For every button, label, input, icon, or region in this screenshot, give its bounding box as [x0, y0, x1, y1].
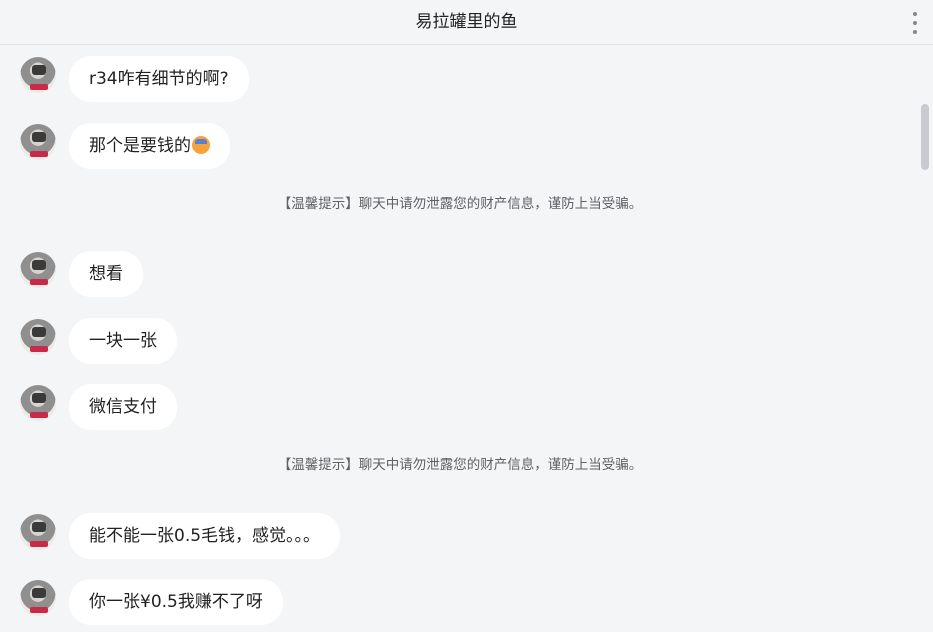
message-row: r34咋有细节的啊? [20, 56, 249, 102]
message-bubble[interactable]: 微信支付 [69, 384, 177, 430]
scrollbar-thumb[interactable] [921, 104, 929, 170]
safety-notice: 【温馨提示】聊天中请勿泄露您的财产信息，谨防上当受骗。 [277, 457, 643, 473]
sweat-face-emoji-icon [192, 136, 210, 154]
avatar[interactable] [20, 385, 56, 421]
chat-header: 易拉罐里的鱼 [0, 0, 933, 45]
avatar[interactable] [20, 514, 56, 550]
message-bubble[interactable]: 能不能一张0.5毛钱，感觉。。。 [69, 513, 341, 559]
avatar[interactable] [20, 319, 56, 355]
avatar[interactable] [20, 57, 56, 93]
avatar[interactable] [20, 124, 56, 160]
chat-title: 易拉罐里的鱼 [415, 12, 518, 32]
message-bubble[interactable]: 一块一张 [69, 318, 177, 364]
message-bubble[interactable]: 想看 [69, 251, 143, 297]
message-bubble[interactable]: 那个是要钱的 [69, 123, 230, 169]
message-bubble[interactable]: 你一张¥0.5我赚不了呀 [69, 579, 283, 625]
message-row: 想看 [20, 251, 143, 297]
message-row: 你一张¥0.5我赚不了呀 [20, 579, 283, 625]
message-row: 能不能一张0.5毛钱，感觉。。。 [20, 513, 341, 559]
message-row: 微信支付 [20, 384, 177, 430]
message-bubble[interactable]: r34咋有细节的啊? [69, 56, 249, 102]
message-text: 那个是要钱的 [89, 136, 191, 156]
avatar[interactable] [20, 252, 56, 288]
message-row: 一块一张 [20, 318, 177, 364]
avatar[interactable] [20, 580, 56, 616]
safety-notice: 【温馨提示】聊天中请勿泄露您的财产信息，谨防上当受骗。 [277, 196, 643, 212]
more-options-icon[interactable] [911, 12, 919, 34]
message-row: 那个是要钱的 [20, 123, 230, 169]
